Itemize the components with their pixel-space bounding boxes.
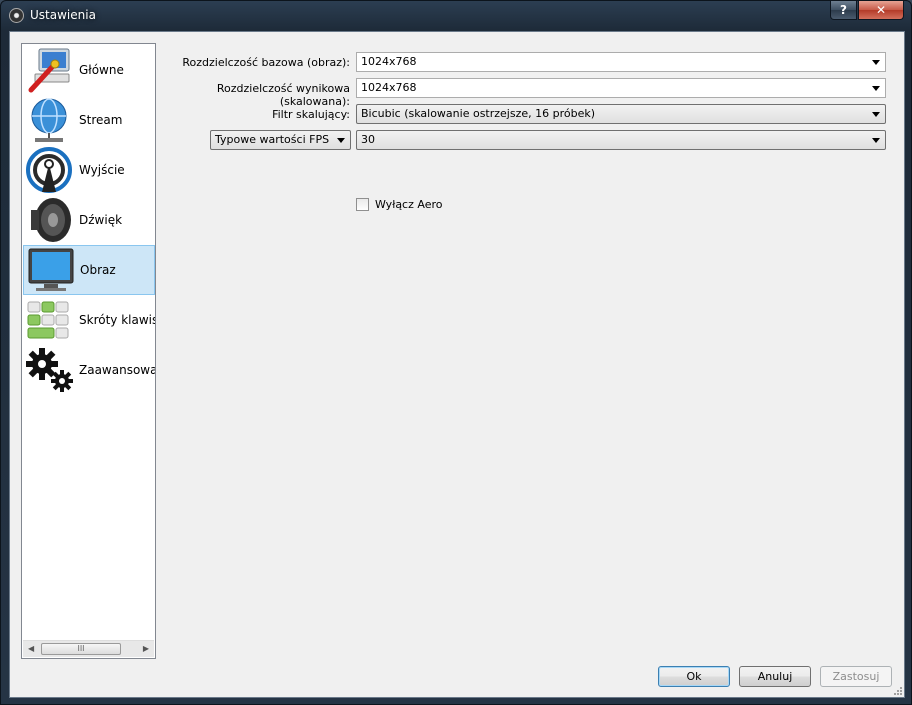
- base-resolution-label: Rozdzielczość bazowa (obraz):: [182, 56, 350, 69]
- output-resolution-combo[interactable]: 1024x768: [356, 78, 886, 98]
- base-resolution-combo[interactable]: 1024x768: [356, 52, 886, 72]
- dialog-client-area: Główne Stream Wyjście Dźwięk Obraz Skrót…: [9, 31, 905, 698]
- window-title: Ustawienia: [30, 8, 96, 22]
- title-bar[interactable]: Ustawienia ? ✕: [1, 1, 911, 30]
- obs-app-icon: [9, 8, 24, 23]
- base-resolution-value: 1024x768: [361, 55, 417, 68]
- sidebar-item-audio[interactable]: Dźwięk: [23, 195, 155, 245]
- ok-button[interactable]: Ok: [658, 666, 730, 687]
- settings-window: Ustawienia ? ✕ Główne Stream Wyjście Dźw…: [0, 0, 912, 705]
- chevron-down-icon: [872, 112, 880, 117]
- scale-filter-value: Bicubic (skalowanie ostrzejsze, 16 próbe…: [361, 107, 596, 120]
- sidebar-item-video[interactable]: Obraz: [23, 245, 155, 295]
- gears-icon: [25, 346, 75, 394]
- close-button[interactable]: ✕: [858, 1, 904, 20]
- sidebar-item-label: Zaawansowane: [79, 363, 155, 377]
- monitor-icon: [26, 246, 76, 294]
- sidebar-item-label: Stream: [79, 113, 123, 127]
- sidebar-item-advanced[interactable]: Zaawansowane: [23, 345, 155, 395]
- sidebar-item-stream[interactable]: Stream: [23, 95, 155, 145]
- apply-button[interactable]: Zastosuj: [820, 666, 892, 687]
- chevron-down-icon: [337, 138, 345, 143]
- output-resolution-label: Rozdzielczość wynikowa (skalowana):: [216, 82, 350, 108]
- scroll-right-arrow-icon[interactable]: ▶: [143, 644, 149, 653]
- chevron-down-icon: [872, 86, 880, 91]
- sidebar-item-label: Wyjście: [79, 163, 125, 177]
- disable-aero-checkbox-row[interactable]: Wyłącz Aero: [356, 198, 443, 211]
- fps-type-select[interactable]: Typowe wartości FPS: [210, 130, 351, 150]
- sidebar-item-output[interactable]: Wyjście: [23, 145, 155, 195]
- general-icon: [25, 46, 75, 94]
- scale-filter-label: Filtr skalujący:: [272, 108, 350, 121]
- chevron-down-icon: [872, 138, 880, 143]
- help-button[interactable]: ?: [830, 1, 857, 20]
- sidebar-item-label: Obraz: [80, 263, 116, 277]
- stream-globe-icon: [25, 96, 75, 144]
- speaker-icon: [25, 196, 75, 244]
- disable-aero-label: Wyłącz Aero: [375, 198, 443, 211]
- sidebar-item-label: Skróty klawiszowe: [79, 313, 155, 327]
- sidebar-item-label: Dźwięk: [79, 213, 123, 227]
- chevron-down-icon: [872, 60, 880, 65]
- fps-value: 30: [361, 133, 375, 146]
- output-resolution-value: 1024x768: [361, 81, 417, 94]
- sidebar-item-hotkeys[interactable]: Skróty klawiszowe: [23, 295, 155, 345]
- scrollbar-thumb[interactable]: III: [41, 643, 121, 655]
- settings-category-list[interactable]: Główne Stream Wyjście Dźwięk Obraz Skrót…: [21, 43, 156, 659]
- scale-filter-select[interactable]: Bicubic (skalowanie ostrzejsze, 16 próbe…: [356, 104, 886, 124]
- output-broadcast-icon: [25, 146, 75, 194]
- sidebar-horizontal-scrollbar[interactable]: ◀ III ▶: [23, 640, 154, 657]
- scroll-left-arrow-icon[interactable]: ◀: [28, 644, 34, 653]
- disable-aero-checkbox[interactable]: [356, 198, 369, 211]
- keyboard-shortcuts-icon: [25, 296, 75, 344]
- sidebar-item-label: Główne: [79, 63, 124, 77]
- resize-grip-icon[interactable]: [892, 685, 902, 695]
- cancel-button[interactable]: Anuluj: [739, 666, 811, 687]
- fps-type-value: Typowe wartości FPS: [215, 133, 330, 146]
- sidebar-item-general[interactable]: Główne: [23, 45, 155, 95]
- fps-value-select[interactable]: 30: [356, 130, 886, 150]
